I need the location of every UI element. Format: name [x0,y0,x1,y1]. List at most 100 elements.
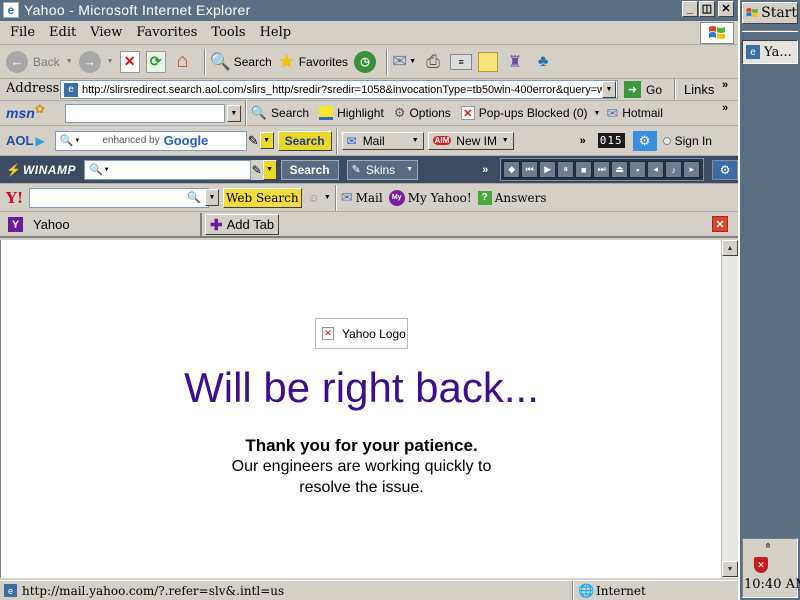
discuss-note-icon[interactable] [478,51,499,72]
winamp-settings-gear-icon[interactable]: ⚙ [712,159,738,180]
yahoo-mail-button[interactable]: Mail [356,191,383,205]
menu-edit[interactable]: Edit [49,25,76,40]
close-tab-button[interactable]: ✕ [712,216,728,232]
edit-icon[interactable]: ≡ [450,53,473,70]
yahoo-user-dropdown-icon[interactable]: ▼ [324,194,331,201]
address-dropdown-icon[interactable]: ▼ [602,81,616,98]
forward-button[interactable]: → ▼ [78,50,114,73]
research-icon[interactable]: ♜ [504,51,526,73]
msn-search-button[interactable]: Search [271,106,309,120]
scroll-up-arrow-icon[interactable]: ▲ [722,240,738,256]
winamp-stop-icon[interactable]: ■ [575,161,593,178]
winamp-next-icon[interactable]: ⏭ [593,161,611,178]
answers-button[interactable]: Answers [495,191,547,205]
stop-icon[interactable]: ✕ [119,50,140,73]
aol-search-type-dropdown-icon[interactable]: ▼ [74,138,80,144]
home-icon[interactable]: ⌂ [172,50,194,73]
print-icon[interactable]: ⎙ [422,51,444,73]
yahoo-user-icon[interactable]: ☺ [308,191,320,205]
new-im-button[interactable]: AIM New IM ▼ [427,131,514,150]
winamp-volume-down-icon[interactable]: ◂ [647,161,665,178]
highlighter-pen-icon[interactable]: ✎ [248,133,259,149]
links-chevron-icon[interactable]: » [722,79,728,91]
menu-tools[interactable]: Tools [211,25,245,40]
back-dropdown-icon[interactable]: ▼ [66,58,73,65]
msn-chevron-icon[interactable]: » [722,102,728,114]
aol-google-search-input[interactable]: 🔍 ▼ enhanced by Google [54,130,247,151]
winamp-chevron-icon[interactable]: » [482,164,488,176]
winamp-shuffle-icon[interactable]: ▪ [629,161,647,178]
skins-button[interactable]: ✎ Skins ▼ [346,159,419,180]
taskbar: Start e Ya... « ✕ 10:40 AM [738,0,800,600]
taskbar-ie-window-button[interactable]: e Ya... [742,40,798,64]
winamp-volume-up-icon[interactable]: ▸ [683,161,701,178]
options-button[interactable]: Options [409,106,450,120]
yahoo-search-input[interactable] [29,187,210,208]
winamp-search-button[interactable]: Search [280,159,339,180]
maximize-button[interactable]: ◫ [699,1,715,17]
minimize-button[interactable]: _ [682,1,698,17]
start-button[interactable]: Start [742,2,798,24]
favorites-button[interactable]: ★ Favorites [278,49,348,74]
winamp-previous-icon[interactable]: ⏮ [521,161,539,178]
start-windows-logo-icon [746,8,758,18]
aol-mail-button[interactable]: ✉ Mail ▼ [341,131,424,150]
popups-blocked-button[interactable]: Pop-ups Blocked (0) [479,106,588,120]
yahoo-mail-envelope-icon: ✉ [340,189,353,205]
scroll-down-arrow-icon[interactable]: ▼ [722,561,738,577]
menu-help[interactable]: Help [260,25,292,40]
page-ie-icon: e [64,82,78,97]
msn-search-input[interactable] [64,103,225,123]
msn-dropdown-icon[interactable]: ▼ [226,104,241,122]
winamp-search-type-dropdown-icon[interactable]: ▼ [104,167,110,173]
add-tab-button[interactable]: ✚ Add Tab [205,214,279,235]
my-yahoo-button[interactable]: My Yahoo! [408,191,472,205]
back-button[interactable]: ← Back ▼ [6,50,73,73]
aol-sign-in-button[interactable]: Sign In [675,134,712,148]
history-icon[interactable]: ◷ [354,50,377,73]
winamp-eject-icon[interactable]: ⏏ [611,161,629,178]
popups-dropdown-icon[interactable]: ▼ [594,110,601,117]
highlight-button[interactable]: Highlight [337,106,384,120]
aol-settings-gear-icon[interactable]: ⚙ [632,130,657,151]
toolbar-separator [386,48,389,75]
messenger-icon[interactable]: ♣ [532,51,554,73]
go-button[interactable]: ➜ Go [624,81,662,98]
aol-search-dropdown-icon[interactable]: ▼ [259,132,274,149]
winamp-search-dropdown-icon[interactable]: ▼ [262,159,277,180]
yahoo-search-dropdown-icon[interactable]: ▼ [205,189,219,206]
links-button[interactable]: Links [684,82,714,97]
new-im-label: New IM [456,133,497,148]
winamp-play-icon[interactable]: ▶ [539,161,557,178]
msn-logo: msn [6,105,35,121]
address-input[interactable]: e http://slirsredirect.search.aol.com/sl… [60,80,618,99]
vertical-scrollbar[interactable]: ▲ ▼ [721,240,738,578]
winamp-search-input[interactable]: 🔍 ▼ [83,159,251,180]
hotmail-button[interactable]: Hotmail [622,106,663,120]
add-tab-plus-icon: ✚ [210,216,223,234]
page-heading: Will be right back... [184,364,539,411]
yahoo-web-search-button[interactable]: Web Search [223,187,302,208]
search-button[interactable]: 🔍 Search [210,52,272,72]
winamp-volume-icon[interactable]: ♪ [665,161,683,178]
refresh-icon[interactable]: ⟳ [145,50,166,73]
my-yahoo-icon: My [388,189,405,206]
winamp-highlight-icon[interactable]: ✎ [250,159,263,180]
standard-toolbar: ← Back ▼ → ▼ ✕ ⟳ ⌂ 🔍 Search ★ Favorites … [0,45,738,79]
security-shield-icon[interactable]: ✕ [754,557,768,573]
tab-yahoo[interactable]: Y Yahoo [4,213,202,236]
aol-search-button[interactable]: Search [277,130,332,151]
winamp-pause-icon[interactable]: ⏸ [557,161,575,178]
winamp-menu-icon[interactable]: ◆ [503,161,521,178]
forward-dropdown-icon[interactable]: ▼ [107,58,114,65]
aol-chevron-icon[interactable]: » [580,135,586,147]
mail-dropdown-icon[interactable]: ▼ [409,58,416,65]
menu-file[interactable]: File [10,25,35,40]
aol-mail-label: Mail [362,133,385,148]
mail-button[interactable]: ✉ ▼ [392,51,416,72]
menu-favorites[interactable]: Favorites [136,25,197,40]
taskbar-divider [742,30,798,32]
close-window-button[interactable]: ✕ [718,1,734,17]
tray-expand-icon[interactable]: « [762,543,773,549]
menu-view[interactable]: View [90,25,122,40]
